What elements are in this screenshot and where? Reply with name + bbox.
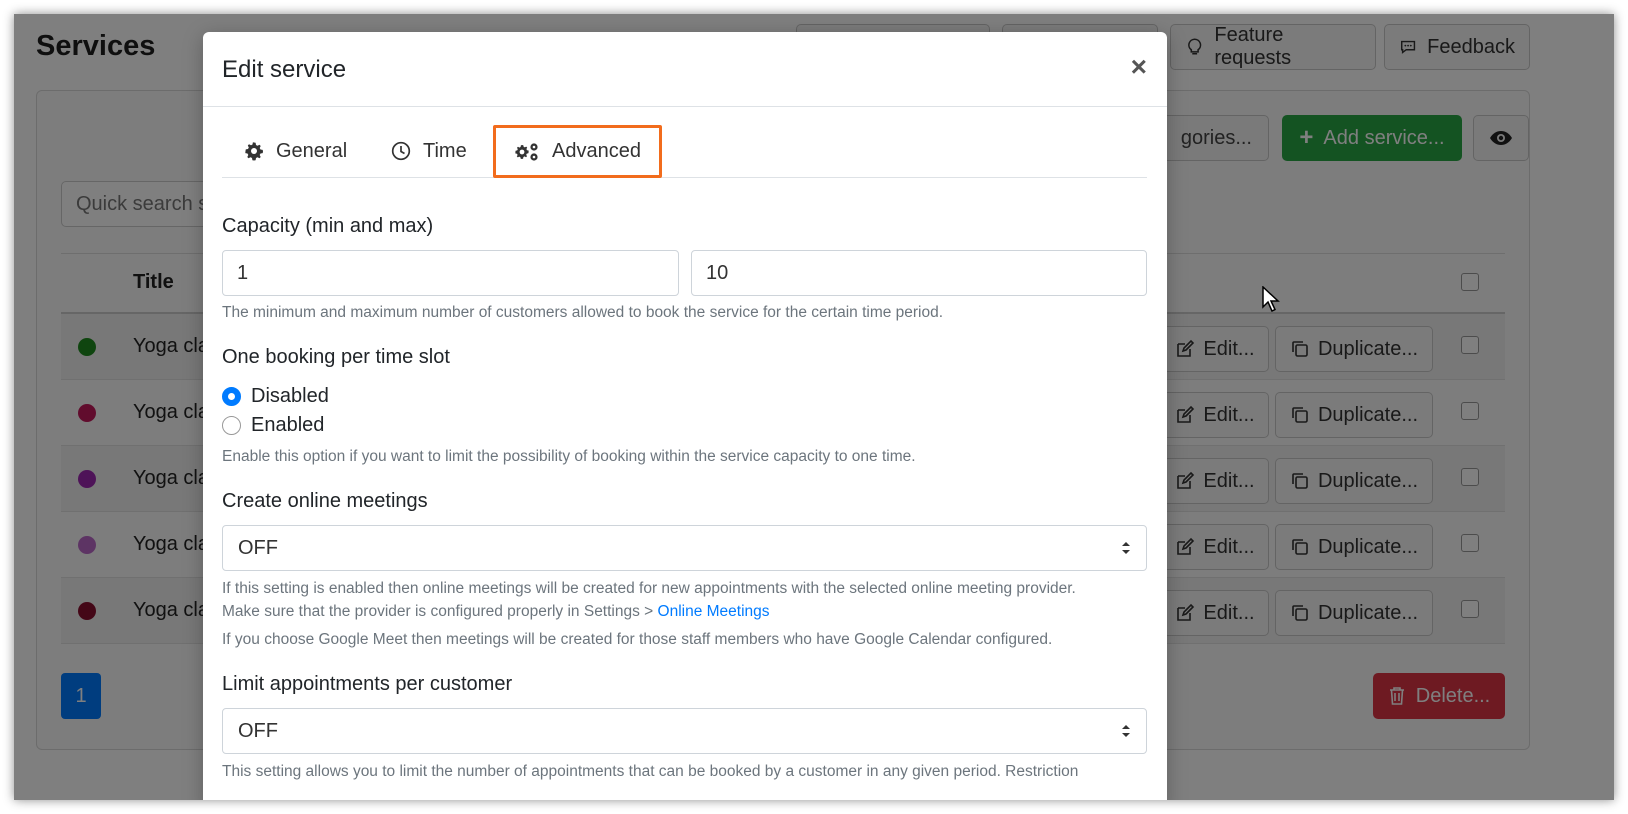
select-arrows-icon [1122,725,1130,737]
capacity-label: Capacity (min and max) [222,215,434,237]
tab-advanced-label: Advanced [552,140,641,162]
radio-enabled-label: Enabled [251,414,325,436]
one-booking-enabled-radio[interactable]: Enabled [222,414,324,437]
mouse-cursor-icon [1262,286,1280,312]
online-meetings-help-2: Make sure that the provider is configure… [222,600,770,623]
online-meetings-help-2-text: Make sure that the provider is configure… [222,603,658,620]
edit-service-modal: Edit service × General Time Advanced Cap… [203,32,1167,800]
radio-checked-icon [222,387,241,406]
limit-appointments-value: OFF [238,719,278,742]
close-icon[interactable]: × [1131,52,1147,82]
online-meetings-help-1: If this setting is enabled then online m… [222,580,1076,597]
tab-time[interactable]: Time [391,125,467,177]
online-meetings-select[interactable]: OFF [222,525,1147,571]
select-arrows-icon [1122,542,1130,554]
limit-appointments-select[interactable]: OFF [222,708,1147,754]
capacity-min-input[interactable]: 1 [222,250,679,296]
radio-unchecked-icon [222,416,241,435]
limit-appointments-label: Limit appointments per customer [222,673,513,695]
gear-icon [245,142,263,161]
tab-general-label: General [276,139,348,162]
clock-icon [391,141,411,161]
app-window: Services Feature requests Feedback gorie… [14,14,1614,800]
limit-appointments-help: This setting allows you to limit the num… [222,763,1079,780]
modal-title: Edit service [222,56,347,83]
capacity-help-text: The minimum and maximum number of custom… [222,304,944,321]
one-booking-help-text: Enable this option if you want to limit … [222,448,916,465]
one-booking-label: One booking per time slot [222,346,450,368]
tab-advanced[interactable]: Advanced [493,125,662,178]
one-booking-disabled-radio[interactable]: Disabled [222,385,329,408]
gears-icon [515,142,538,161]
modal-header: Edit service × [203,32,1167,107]
radio-disabled-label: Disabled [251,385,329,407]
online-meetings-label: Create online meetings [222,490,428,512]
online-meetings-value: OFF [238,536,278,559]
online-meetings-help-3: If you choose Google Meet then meetings … [222,631,1053,648]
tab-general[interactable]: General [244,125,347,177]
modal-tabs: General Time Advanced [222,125,1147,178]
capacity-max-input[interactable]: 10 [691,250,1147,296]
tab-time-label: Time [423,139,467,162]
online-meetings-settings-link[interactable]: Online Meetings [658,603,770,620]
